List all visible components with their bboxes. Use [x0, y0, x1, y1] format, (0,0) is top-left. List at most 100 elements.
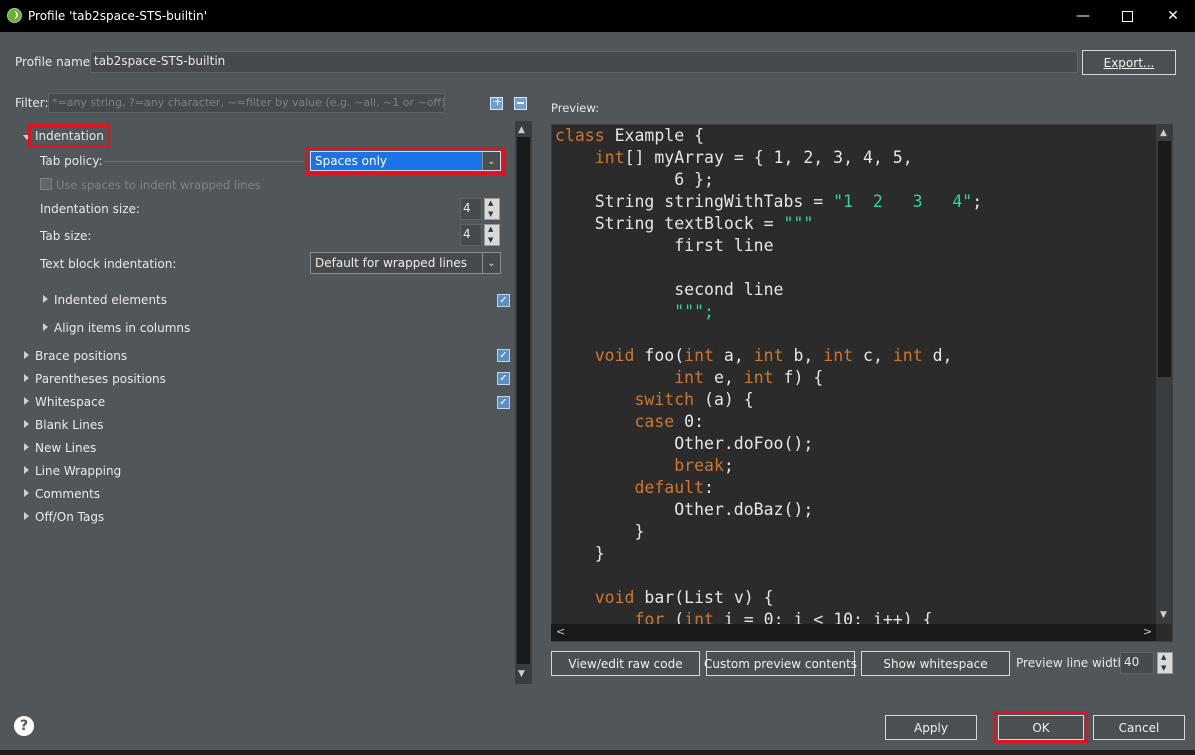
- chevron-right-icon: [24, 443, 29, 451]
- show-whitespace-button[interactable]: Show whitespace: [861, 651, 1010, 676]
- checkbox-icon[interactable]: ✓: [497, 396, 510, 409]
- scroll-left-icon[interactable]: <: [556, 625, 565, 638]
- tab-size-label: Tab size:: [40, 229, 92, 243]
- code-text: class Example { int[] myArray = { 1, 2, …: [555, 125, 982, 631]
- preview-code-area[interactable]: class Example { int[] myArray = { 1, 2, …: [551, 124, 1173, 642]
- indentation-size-label: Indentation size:: [40, 202, 140, 216]
- code-line: void bar(List v) {: [594, 588, 774, 607]
- checkbox-icon[interactable]: ✓: [497, 372, 510, 385]
- preview-line-width-stepper[interactable]: [1157, 652, 1173, 674]
- preview-vscrollbar[interactable]: ▲ ▼: [1156, 124, 1173, 624]
- code-line: """;: [674, 302, 714, 321]
- export-button[interactable]: Export...: [1082, 50, 1176, 75]
- tree-item-line-wrapping[interactable]: Line Wrapping: [24, 464, 121, 478]
- tree-item-new-lines[interactable]: New Lines: [24, 441, 96, 455]
- preview-line-width-input[interactable]: 40: [1120, 652, 1154, 674]
- code-line: String stringWithTabs = "1 2 3 4";: [555, 192, 983, 211]
- code-line: ​: [555, 323, 982, 345]
- use-spaces-checkbox[interactable]: [40, 178, 52, 190]
- indentation-label[interactable]: Indentation: [35, 129, 104, 143]
- chevron-right-icon: [24, 397, 29, 405]
- code-line: }: [555, 544, 605, 563]
- code-line: int[] myArray = { 1, 2, 3, 4, 5,: [594, 148, 913, 167]
- scroll-right-icon[interactable]: >: [1143, 625, 1152, 638]
- tree-scroll-thumb[interactable]: [517, 137, 530, 664]
- close-icon[interactable]: ✕: [1150, 0, 1195, 32]
- tree-item-comments[interactable]: Comments: [24, 487, 100, 501]
- scroll-down-icon[interactable]: ▼: [518, 669, 525, 679]
- filter-placeholder: *=any string, ?=any character, ~=filter …: [52, 96, 445, 109]
- preview-vscroll-thumb[interactable]: [1158, 141, 1171, 377]
- scroll-down-icon[interactable]: ▼: [1160, 610, 1167, 620]
- chevron-right-icon: [24, 466, 29, 474]
- code-line: break;: [674, 456, 734, 475]
- chevron-right-icon: [24, 374, 29, 382]
- collapse-all-icon[interactable]: [514, 97, 527, 110]
- tree-item-off-on-tags[interactable]: Off/On Tags: [24, 510, 104, 524]
- code-line: ​: [555, 565, 982, 587]
- preview-hscrollbar[interactable]: < >: [551, 624, 1156, 641]
- preview-label: Preview:: [551, 101, 600, 115]
- code-line: void foo(int a, int b, int c, int d,: [594, 346, 953, 365]
- view-edit-raw-code-button[interactable]: View/edit raw code: [551, 651, 700, 676]
- expand-all-icon[interactable]: +: [490, 95, 503, 110]
- code-line: case 0:: [634, 412, 705, 431]
- chevron-down-icon[interactable]: ⌄: [482, 152, 500, 170]
- cancel-button[interactable]: Cancel: [1093, 715, 1185, 740]
- tree-item-align-items[interactable]: Align items in columns: [43, 321, 190, 335]
- tree-scrollbar[interactable]: ▲ ▼: [515, 121, 532, 684]
- tab-policy-label: Tab policy:: [40, 154, 103, 168]
- profile-name-label: Profile name:: [15, 55, 95, 69]
- checkbox-icon[interactable]: ✓: [497, 349, 510, 362]
- tab-policy-select[interactable]: Spaces only ⌄: [310, 151, 501, 171]
- scroll-up-icon[interactable]: ▲: [518, 125, 525, 135]
- minimize-icon[interactable]: —: [1060, 0, 1106, 32]
- title-bar: Profile 'tab2space-STS-builtin' — ✕: [0, 0, 1195, 32]
- profile-name-input[interactable]: tab2space-STS-builtin: [90, 51, 1078, 73]
- background-strip: [0, 750, 1195, 755]
- text-block-value: Default for wrapped lines: [315, 256, 468, 270]
- chevron-right-icon: [24, 489, 29, 497]
- filter-label: Filter:: [15, 96, 49, 110]
- preview-line-width-label: Preview line width:: [1016, 656, 1130, 670]
- tree-item-brace-positions[interactable]: Brace positions: [24, 349, 127, 363]
- tree-item-indented-elements[interactable]: Indented elements: [43, 293, 167, 307]
- code-line: 6 };: [555, 170, 714, 189]
- chevron-right-icon: [24, 512, 29, 520]
- checkbox-icon[interactable]: ✓: [497, 294, 510, 307]
- tab-size-input[interactable]: 4: [460, 224, 482, 246]
- tab-size-stepper[interactable]: [484, 224, 500, 246]
- tree-item-parentheses-positions[interactable]: Parentheses positions: [24, 372, 166, 386]
- chevron-right-icon: [24, 351, 29, 359]
- indentation-size-input[interactable]: 4: [460, 198, 482, 220]
- help-icon[interactable]: ?: [14, 716, 34, 736]
- custom-preview-contents-button[interactable]: Custom preview contents: [704, 651, 857, 676]
- divider: [104, 161, 304, 162]
- filter-input[interactable]: *=any string, ?=any character, ~=filter …: [48, 93, 445, 113]
- text-block-label: Text block indentation:: [40, 257, 177, 271]
- code-line: ​: [555, 257, 982, 279]
- apply-button[interactable]: Apply: [885, 715, 977, 740]
- code-line: Other.doFoo();: [555, 434, 814, 453]
- window-title: Profile 'tab2space-STS-builtin': [28, 9, 207, 23]
- chevron-right-icon: [24, 420, 29, 428]
- chevron-down-icon[interactable]: ⌄: [482, 253, 500, 273]
- code-line: int e, int f) {: [674, 368, 824, 387]
- scroll-up-icon[interactable]: ▲: [1160, 128, 1167, 138]
- code-line: switch (a) {: [634, 390, 754, 409]
- text-block-select[interactable]: Default for wrapped lines ⌄: [310, 252, 501, 274]
- profile-name-value: tab2space-STS-builtin: [94, 54, 226, 68]
- indentation-size-stepper[interactable]: [484, 198, 500, 220]
- chevron-right-icon: [43, 295, 48, 303]
- code-line: Other.doBaz();: [555, 500, 814, 519]
- tree-item-blank-lines[interactable]: Blank Lines: [24, 418, 104, 432]
- tree-item-whitespace[interactable]: Whitespace: [24, 395, 105, 409]
- use-spaces-label: Use spaces to indent wrapped lines: [56, 178, 261, 192]
- code-line: default:: [634, 478, 714, 497]
- code-line: second line: [555, 280, 784, 299]
- chevron-right-icon: [43, 323, 48, 331]
- code-line: }: [555, 522, 645, 541]
- ok-button[interactable]: OK: [998, 715, 1084, 740]
- maximize-icon[interactable]: [1104, 0, 1150, 32]
- tab-policy-value: Spaces only: [315, 154, 388, 168]
